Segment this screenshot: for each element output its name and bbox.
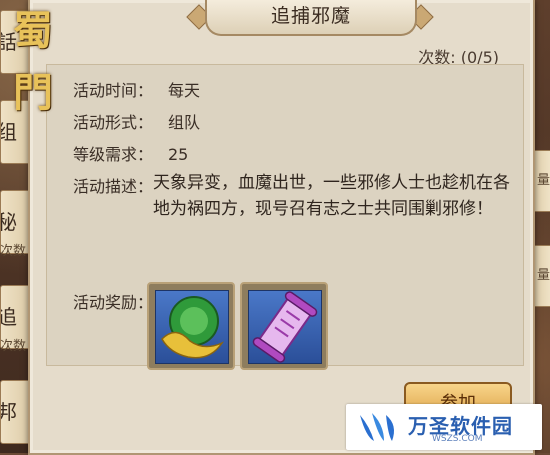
right-tab-label: 量 [536,173,550,188]
watermark: 万圣软件园 WSZS.COM [346,404,542,450]
reward-slot-2[interactable] [240,282,328,370]
right-tab-label: 量 [536,268,550,283]
desc-value: 天象异变，血魔出世，一些邪修人士也趁机在各地为祸四方，现号召有志之士共同围剿邪修… [153,173,510,219]
side-sub-1: 次数 [0,244,27,259]
side-sub-2: 次数 [0,339,27,354]
level-label: 等级需求： [73,145,154,164]
row-form: 活动形式： 组队 [73,109,200,133]
row-time: 活动时间： 每天 [73,77,200,101]
purple-scroll-icon [252,291,318,363]
game-logo: 蜀門 [13,7,53,116]
level-value: 25 [168,145,189,164]
dialog-title: 追捕邪魔 [205,0,417,36]
reward-slot-1[interactable] [147,282,235,370]
jade-orb-gold-ingot-icon [161,296,225,359]
side-tab-label: 追 [1,305,17,329]
watermark-subtext: WSZS.COM [432,434,483,444]
reward-1-bg [155,290,229,364]
form-value: 组队 [168,113,201,132]
watermark-logo-icon [360,413,394,441]
form-label: 活动形式： [73,113,154,132]
time-label: 活动时间： [73,81,154,100]
reward-2-bg [248,290,322,364]
side-tab-label: 秘 [1,210,17,234]
row-level: 等级需求： 25 [73,141,188,165]
time-value: 每天 [168,81,201,100]
side-tab-label: 邦 [1,400,17,424]
